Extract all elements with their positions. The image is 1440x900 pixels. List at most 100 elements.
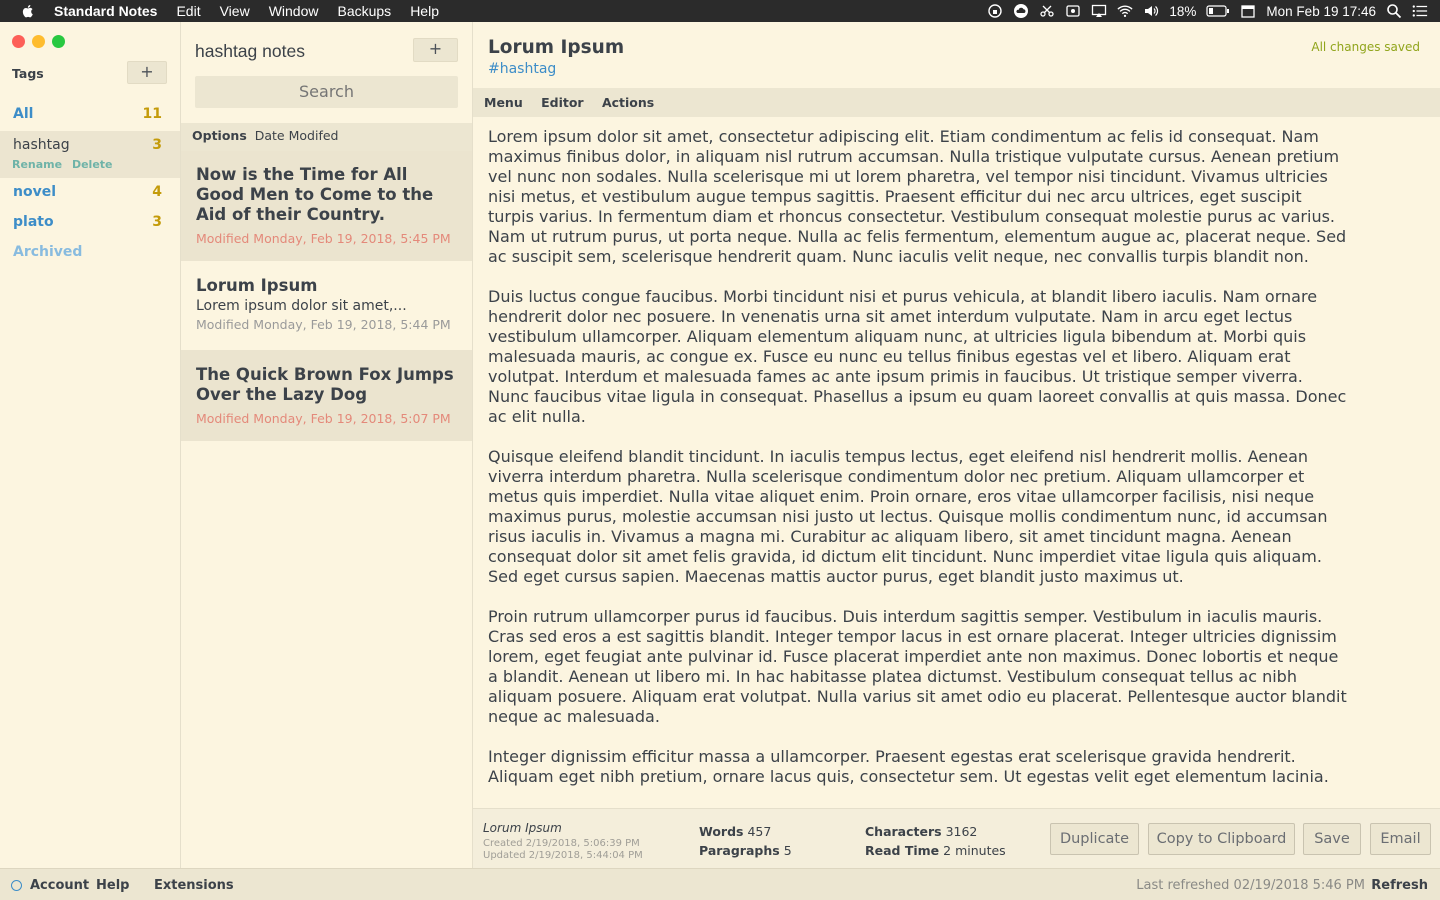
- help-link[interactable]: Help: [96, 878, 129, 893]
- calendar-icon[interactable]: [1240, 3, 1256, 19]
- word-count-value: 457: [747, 824, 772, 839]
- delete-tag-link[interactable]: Delete: [72, 158, 113, 171]
- search-input[interactable]: [195, 76, 458, 108]
- copy-to-clipboard-button[interactable]: Copy to Clipboard: [1148, 823, 1295, 855]
- note-item[interactable]: Now is the Time for All Good Men to Come…: [181, 151, 472, 261]
- note-item[interactable]: Lorum Ipsum Lorem ipsum dolor sit amet,.…: [181, 261, 472, 350]
- screen-capture-icon[interactable]: [1065, 3, 1081, 19]
- note-title: The Quick Brown Fox Jumps Over the Lazy …: [196, 365, 454, 404]
- account-label: Account: [30, 878, 90, 893]
- note-title-input[interactable]: Lorum Ipsum: [488, 37, 624, 58]
- tag-all[interactable]: All 11: [0, 106, 180, 126]
- note-title: Lorum Ipsum: [196, 276, 318, 295]
- footer-note-name: Lorum Ipsum: [483, 821, 562, 835]
- tag-plato[interactable]: plato 3: [0, 214, 180, 234]
- character-count-value: 3162: [945, 824, 978, 839]
- menu-help[interactable]: Help: [410, 3, 439, 19]
- menu-edit[interactable]: Edit: [176, 3, 200, 19]
- notes-options-bar[interactable]: Options Date Modifed: [181, 123, 472, 151]
- tag-count: 3: [152, 137, 162, 153]
- tag-archived[interactable]: Archived: [0, 244, 180, 264]
- updated-date: Updated 2/19/2018, 5:44:04 PM: [483, 850, 643, 861]
- menu-view[interactable]: View: [220, 3, 250, 19]
- tag-novel[interactable]: novel 4: [0, 184, 180, 204]
- notification-center-icon[interactable]: [1412, 3, 1428, 19]
- paragraph: Quisque eleifend blandit tincidunt. In i…: [488, 447, 1328, 586]
- last-refreshed: Last refreshed 02/19/2018 5:46 PM: [1136, 878, 1365, 893]
- tag-actions: Rename Delete: [12, 158, 119, 171]
- spotlight-search-icon[interactable]: [1386, 3, 1402, 19]
- duplicate-button[interactable]: Duplicate: [1050, 823, 1139, 855]
- wifi-icon[interactable]: [1117, 3, 1133, 19]
- note-date: Modified Monday, Feb 19, 2018, 5:44 PM: [196, 317, 451, 332]
- scissors-icon[interactable]: [1039, 3, 1055, 19]
- minimize-window-button[interactable]: [32, 35, 45, 48]
- paragraph: Proin rutrum ullamcorper purus id faucib…: [488, 607, 1347, 726]
- paragraph: Integer dignissim efficitur massa a ulla…: [488, 747, 1329, 786]
- cloud-icon[interactable]: [1013, 3, 1029, 19]
- lock-sync-icon[interactable]: [987, 3, 1003, 19]
- tag-count: 4: [152, 184, 162, 200]
- apple-icon[interactable]: [20, 3, 36, 19]
- add-note-button[interactable]: +: [413, 38, 458, 62]
- battery-icon[interactable]: [1206, 3, 1230, 19]
- tag-label: Archived: [13, 244, 83, 260]
- save-button[interactable]: Save: [1303, 823, 1361, 855]
- extensions-link[interactable]: Extensions: [154, 878, 234, 893]
- notes-list-title: hashtag notes: [195, 41, 305, 61]
- read-time-label: Read Time: [865, 843, 940, 858]
- read-time: Read Time 2 minutes: [865, 843, 1006, 858]
- close-window-button[interactable]: [12, 35, 25, 48]
- note-date: Modified Monday, Feb 19, 2018, 5:07 PM: [196, 411, 451, 426]
- tags-heading: Tags: [12, 66, 44, 81]
- tag-hashtag[interactable]: hashtag 3 Rename Delete: [0, 131, 180, 178]
- macos-menu-bar: Standard Notes Edit View Window Backups …: [0, 0, 1440, 22]
- paragraph: Lorem ipsum dolor sit amet, consectetur …: [488, 127, 1347, 266]
- tag-label: plato: [13, 214, 54, 230]
- editor-footer: Lorum Ipsum Created 2/19/2018, 5:06:39 P…: [473, 808, 1440, 868]
- menu-backups[interactable]: Backups: [337, 3, 391, 19]
- volume-icon[interactable]: [1143, 3, 1159, 19]
- menu-window[interactable]: Window: [269, 3, 319, 19]
- menu-tab[interactable]: Menu: [484, 95, 523, 110]
- zoom-window-button[interactable]: [52, 35, 65, 48]
- tags-pane: Tags + All 11 hashtag 3 Rename Delete no…: [0, 22, 181, 868]
- airplay-icon[interactable]: [1091, 3, 1107, 19]
- note-text-area[interactable]: Lorem ipsum dolor sit amet, consectetur …: [488, 127, 1348, 807]
- note-date: Modified Monday, Feb 19, 2018, 5:45 PM: [196, 231, 451, 246]
- refresh-button[interactable]: Refresh: [1371, 878, 1428, 893]
- clock[interactable]: Mon Feb 19 17:46: [1266, 4, 1376, 19]
- email-button[interactable]: Email: [1370, 823, 1431, 855]
- editor-menu-bar: Menu Editor Actions: [473, 88, 1440, 117]
- editor-tab[interactable]: Editor: [541, 95, 584, 110]
- tag-count: 3: [152, 214, 162, 230]
- paragraph: Duis luctus congue faucibus. Morbi tinci…: [488, 287, 1347, 426]
- account-button[interactable]: Account: [11, 878, 89, 893]
- created-date: Created 2/19/2018, 5:06:39 PM: [483, 838, 640, 849]
- window-controls: [12, 35, 72, 48]
- paragraph-count-value: 5: [783, 843, 792, 858]
- paragraph-count-label: Paragraphs: [699, 843, 780, 858]
- note-title: Now is the Time for All Good Men to Come…: [196, 165, 434, 224]
- add-tag-button[interactable]: +: [127, 61, 167, 84]
- note-tags-input[interactable]: #hashtag: [488, 61, 556, 77]
- character-count: Characters 3162: [865, 824, 977, 839]
- tag-count: 11: [142, 106, 162, 122]
- menu-app-name[interactable]: Standard Notes: [54, 3, 157, 19]
- sort-label: Date Modifed: [254, 128, 339, 143]
- options-label[interactable]: Options: [192, 128, 247, 143]
- app-status-bar: Account Help Extensions Last refreshed 0…: [0, 868, 1440, 900]
- tag-label: novel: [13, 184, 57, 200]
- tag-label: All: [13, 106, 34, 122]
- character-count-label: Characters: [865, 824, 942, 839]
- paragraph-count: Paragraphs 5: [699, 843, 792, 858]
- status-menus: 18% Mon Feb 19 17:46: [987, 0, 1440, 22]
- actions-tab[interactable]: Actions: [602, 95, 654, 110]
- notes-pane: hashtag notes + Options Date Modifed Now…: [181, 22, 473, 868]
- rename-tag-link[interactable]: Rename: [12, 158, 62, 171]
- tag-label: hashtag: [13, 137, 70, 153]
- note-item[interactable]: The Quick Brown Fox Jumps Over the Lazy …: [181, 350, 472, 441]
- save-status: All changes saved: [1311, 40, 1420, 54]
- editor-pane: Lorum Ipsum #hashtag All changes saved M…: [473, 22, 1440, 868]
- note-preview: Lorem ipsum dolor sit amet,...: [196, 298, 407, 314]
